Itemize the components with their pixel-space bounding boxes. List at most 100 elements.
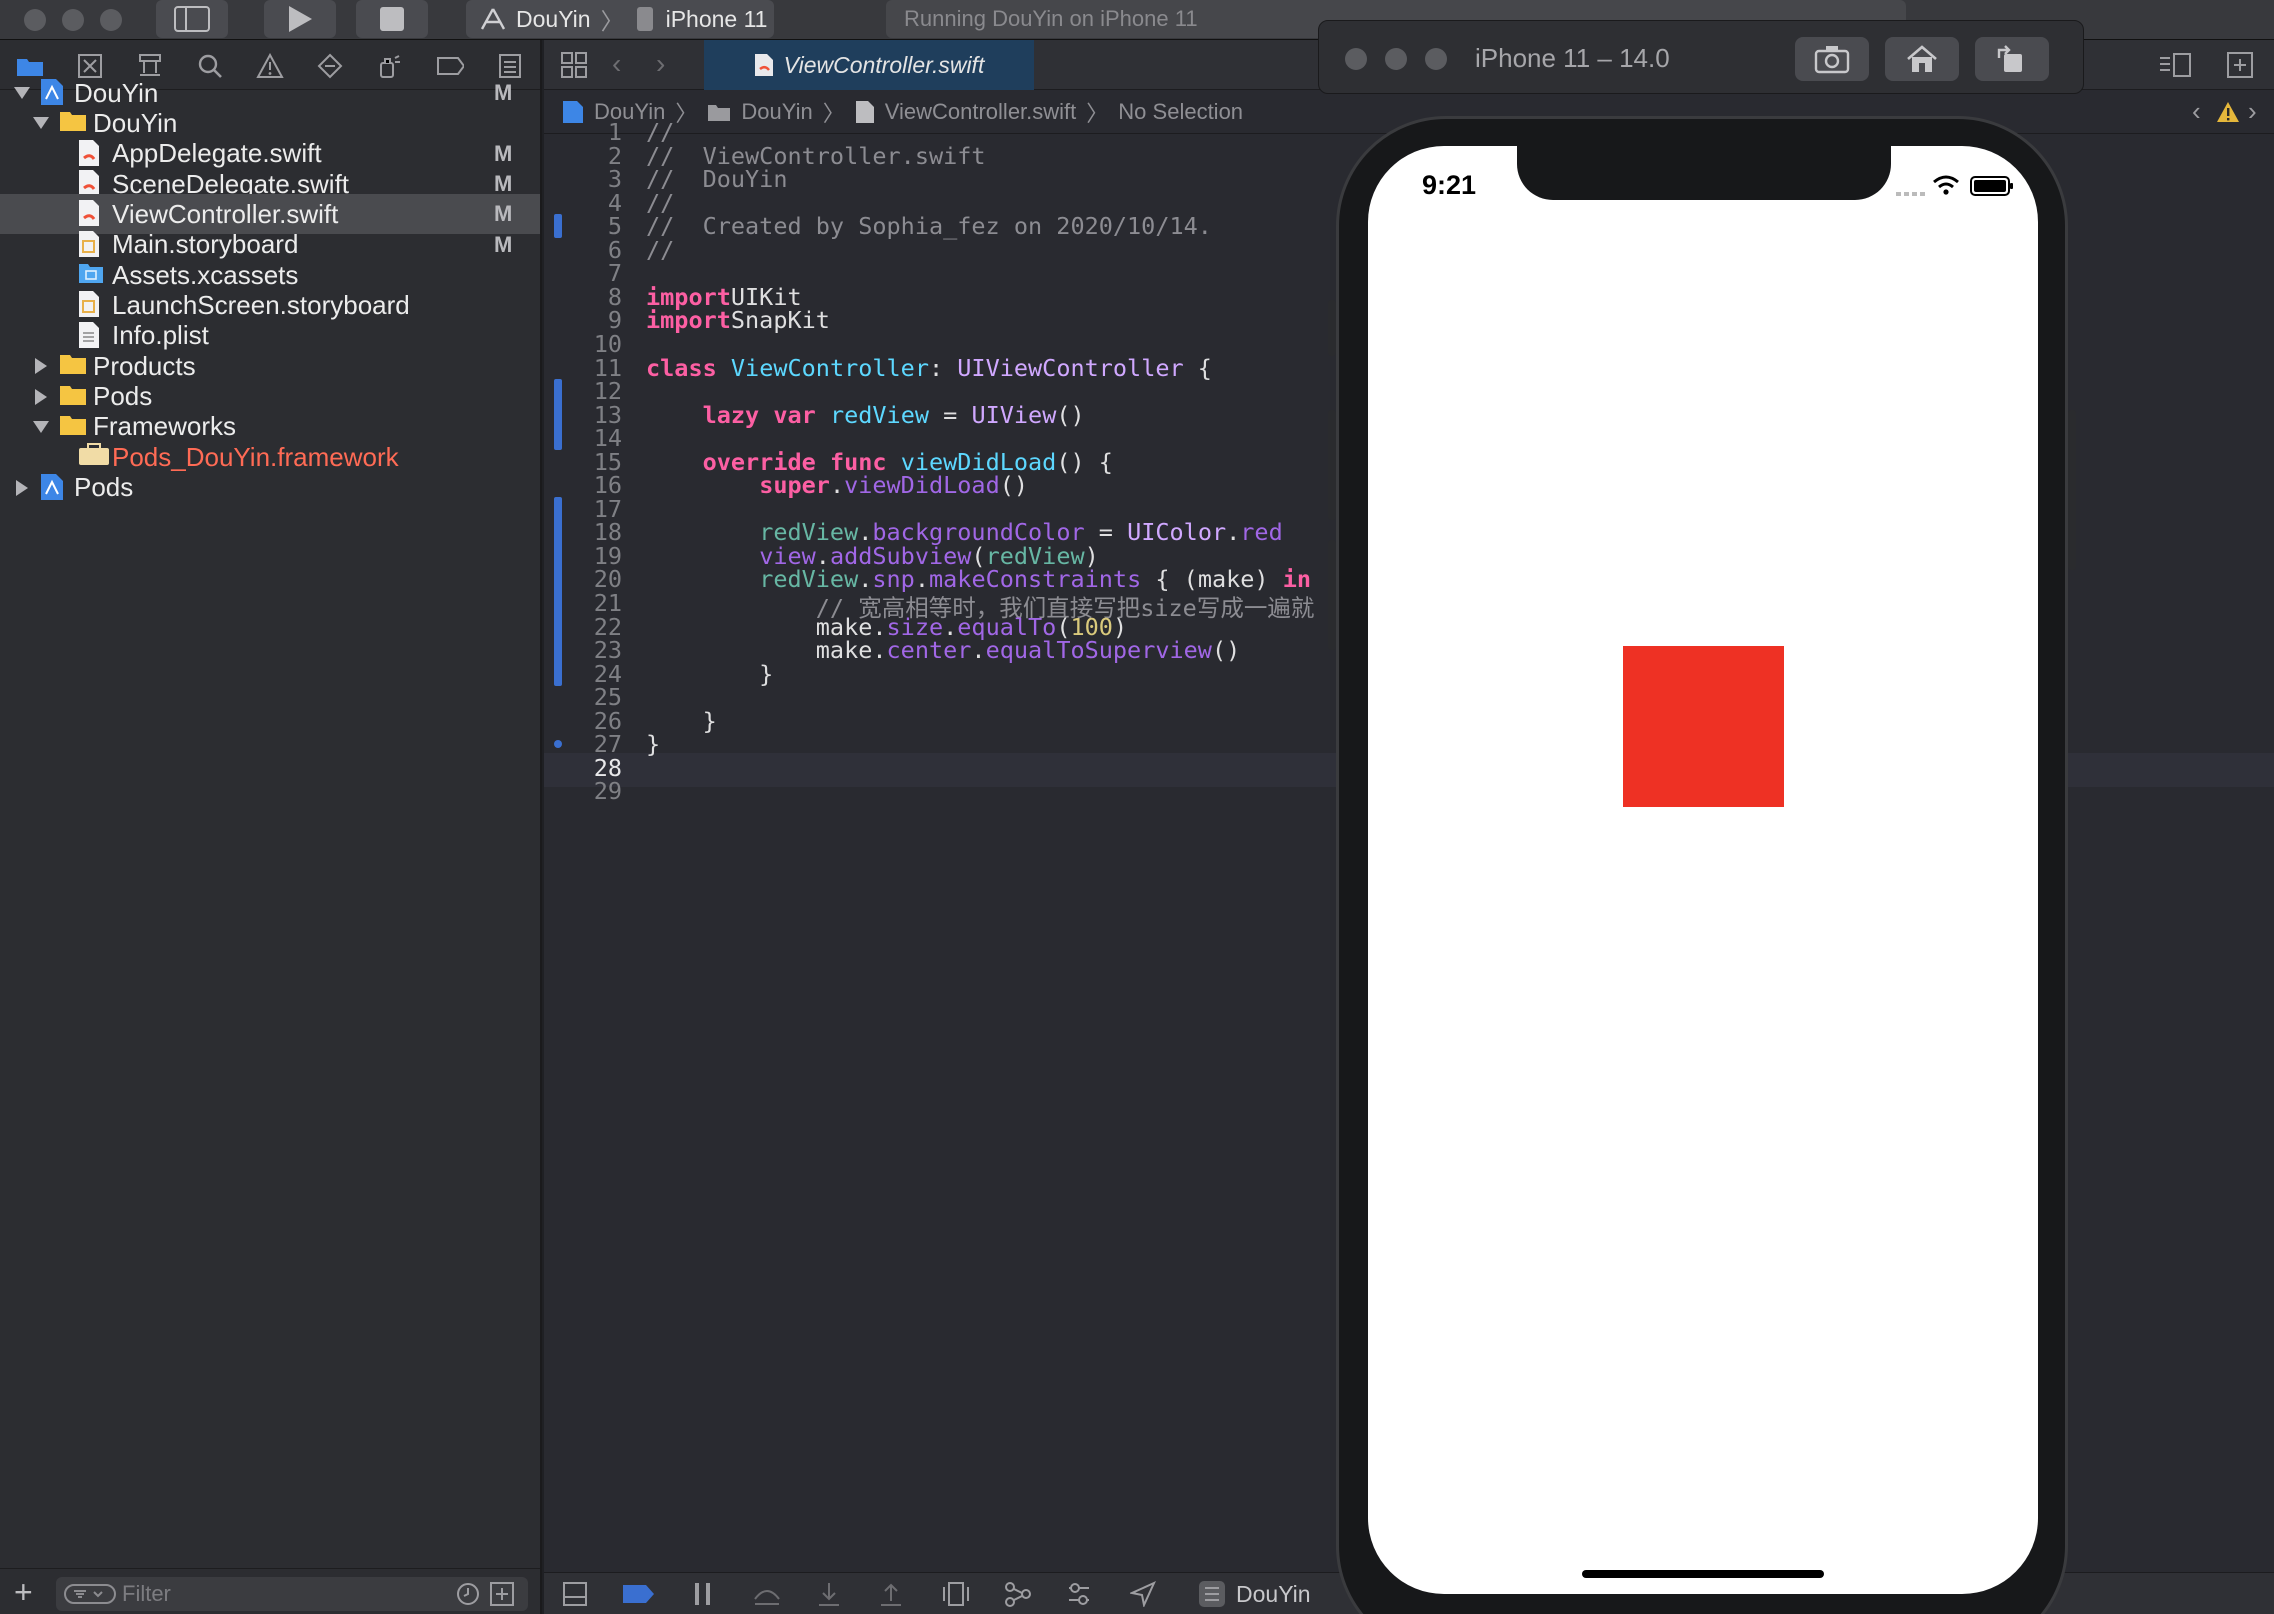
location-icon[interactable] bbox=[1130, 1581, 1156, 1607]
jumpbar-group[interactable]: DouYin bbox=[741, 99, 812, 125]
window-zoom-button[interactable] bbox=[100, 9, 122, 31]
tab-report-navigator[interactable] bbox=[496, 52, 524, 80]
rotate-button[interactable] bbox=[1975, 37, 2049, 81]
jumpbar-file[interactable]: ViewController.swift bbox=[885, 99, 1077, 125]
home-indicator[interactable] bbox=[1582, 1570, 1824, 1578]
code-line: class ViewController: UIViewController { bbox=[646, 353, 1212, 382]
asset-catalog-icon bbox=[78, 260, 106, 290]
tab-viewcontroller[interactable]: ViewController.swift bbox=[704, 40, 1034, 90]
jumpbar-selection[interactable]: No Selection bbox=[1118, 99, 1243, 125]
disclosure-closed-icon[interactable] bbox=[12, 478, 32, 498]
home-button[interactable] bbox=[1885, 37, 1959, 81]
tab-debug-navigator[interactable] bbox=[376, 52, 404, 80]
filter-field[interactable]: Filter bbox=[56, 1577, 528, 1611]
tab-breakpoint-navigator[interactable] bbox=[436, 52, 464, 80]
memory-graph-icon[interactable] bbox=[1004, 1581, 1032, 1607]
simulator-minimize-button[interactable] bbox=[1385, 48, 1407, 70]
scheme-selector[interactable]: DouYin 〉 iPhone 11 bbox=[466, 0, 774, 38]
clock-icon[interactable] bbox=[456, 1582, 480, 1606]
spray-can-icon bbox=[380, 55, 400, 78]
source-control-badge: M bbox=[494, 201, 513, 227]
nav-row-label: AppDelegate.swift bbox=[112, 138, 322, 169]
window-close-button[interactable] bbox=[24, 9, 46, 31]
run-button[interactable] bbox=[264, 0, 336, 38]
source-control-badge: M bbox=[494, 80, 513, 105]
breakpoints-toggle-icon[interactable] bbox=[622, 1583, 656, 1605]
code-line: // Created by Sophia_fez on 2020/10/14. bbox=[646, 212, 1212, 241]
nav-row-pods[interactable]: Pods bbox=[0, 472, 540, 503]
stop-button[interactable] bbox=[356, 0, 428, 38]
simulator-zoom-button[interactable] bbox=[1425, 48, 1447, 70]
hide-debug-area-icon[interactable] bbox=[562, 1581, 588, 1607]
warning-triangle-icon bbox=[256, 53, 284, 78]
forward-arrow-icon[interactable]: › bbox=[656, 48, 665, 80]
step-over-icon[interactable] bbox=[752, 1581, 782, 1607]
grid-icon[interactable] bbox=[560, 51, 588, 79]
source-control-badge: M bbox=[494, 171, 513, 197]
add-square-icon[interactable] bbox=[490, 1582, 514, 1606]
step-out-icon[interactable] bbox=[878, 1581, 904, 1607]
filter-options-icon bbox=[64, 1584, 116, 1604]
disclosure-open-icon[interactable] bbox=[31, 417, 51, 437]
tab-find-navigator[interactable] bbox=[196, 52, 224, 80]
target-app-icon bbox=[1199, 1581, 1225, 1607]
nav-row-douyin[interactable]: DouYin M bbox=[0, 78, 540, 108]
nav-row-launchscreen-storyboard[interactable]: LaunchScreen.storyboard bbox=[0, 290, 540, 320]
simulator-screen[interactable]: 9:21 bbox=[1368, 146, 2038, 1594]
simulator-close-button[interactable] bbox=[1345, 48, 1367, 70]
folder-icon bbox=[59, 412, 87, 442]
tab-project-navigator[interactable] bbox=[16, 52, 44, 80]
scheme-project-label: DouYin bbox=[516, 5, 591, 32]
report-icon bbox=[499, 54, 521, 78]
disclosure-closed-icon[interactable] bbox=[31, 356, 51, 376]
nav-row-label: Info.plist bbox=[112, 320, 209, 351]
nav-row-assets-xcassets[interactable]: Assets.xcassets bbox=[0, 260, 540, 290]
window-minimize-button[interactable] bbox=[62, 9, 84, 31]
issue-forward-icon[interactable]: › bbox=[2248, 96, 2257, 127]
nav-row-products[interactable]: Products bbox=[0, 351, 540, 381]
tab-symbol-navigator[interactable] bbox=[136, 52, 164, 80]
battery-icon bbox=[1970, 176, 2013, 196]
simulator-window-titlebar: iPhone 11 – 14.0 bbox=[1318, 20, 2084, 94]
pause-icon[interactable] bbox=[692, 1581, 714, 1607]
nav-row-pods[interactable]: Pods bbox=[0, 381, 540, 412]
nav-row-pods-douyin-framework[interactable]: Pods_DouYin.framework bbox=[0, 442, 540, 472]
camera-icon bbox=[1814, 46, 1850, 74]
add-editor-icon[interactable] bbox=[2226, 51, 2254, 79]
nav-row-frameworks[interactable]: Frameworks bbox=[0, 411, 540, 442]
project-navigator: DouYin M DouYin AppDelegate.swift M SceneDele… bbox=[0, 40, 542, 1614]
status-text: Running DouYin on iPhone 11 bbox=[904, 6, 1198, 31]
tab-source-control[interactable] bbox=[76, 52, 104, 80]
swift-file-icon bbox=[78, 139, 106, 169]
screenshot-button[interactable] bbox=[1795, 37, 1869, 81]
nav-row-label: Pods_DouYin.framework bbox=[112, 441, 399, 472]
disclosure-open-icon[interactable] bbox=[12, 83, 32, 103]
warning-icon[interactable] bbox=[2216, 101, 2240, 123]
swift-file-icon bbox=[78, 199, 106, 229]
nav-row-label: LaunchScreen.storyboard bbox=[112, 289, 410, 320]
play-icon bbox=[289, 6, 312, 32]
filter-placeholder: Filter bbox=[122, 1581, 171, 1606]
add-file-button[interactable]: + bbox=[14, 1575, 33, 1609]
nav-row-douyin[interactable]: DouYin bbox=[0, 108, 540, 138]
inspector-toggle-icon[interactable] bbox=[2158, 52, 2192, 78]
disclosure-closed-icon[interactable] bbox=[31, 387, 51, 407]
nav-row-info-plist[interactable]: Info.plist bbox=[0, 320, 540, 351]
view-hierarchy-icon[interactable] bbox=[942, 1581, 970, 1607]
storyboard-file-icon bbox=[78, 290, 106, 320]
navigator-toggle-button[interactable] bbox=[156, 0, 228, 38]
rotate-icon bbox=[1997, 45, 2022, 72]
nav-row-main-storyboard[interactable]: Main.storyboard M bbox=[0, 229, 540, 260]
navigator-filter-bar: + Filter bbox=[0, 1568, 540, 1614]
issue-back-icon[interactable]: ‹ bbox=[2192, 96, 2201, 127]
disclosure-open-icon[interactable] bbox=[31, 113, 51, 133]
environment-overrides-icon[interactable] bbox=[1066, 1581, 1092, 1607]
step-into-icon[interactable] bbox=[816, 1581, 842, 1607]
tab-test-navigator[interactable] bbox=[316, 52, 344, 80]
debug-target-label[interactable]: DouYin bbox=[1236, 1581, 1311, 1608]
status-bar-time: 9:21 bbox=[1422, 170, 1477, 200]
framework-icon bbox=[78, 442, 109, 472]
nav-row-appdelegate-swift[interactable]: AppDelegate.swift M bbox=[0, 138, 540, 169]
tab-issue-navigator[interactable] bbox=[256, 52, 284, 80]
back-arrow-icon[interactable]: ‹ bbox=[612, 48, 621, 80]
